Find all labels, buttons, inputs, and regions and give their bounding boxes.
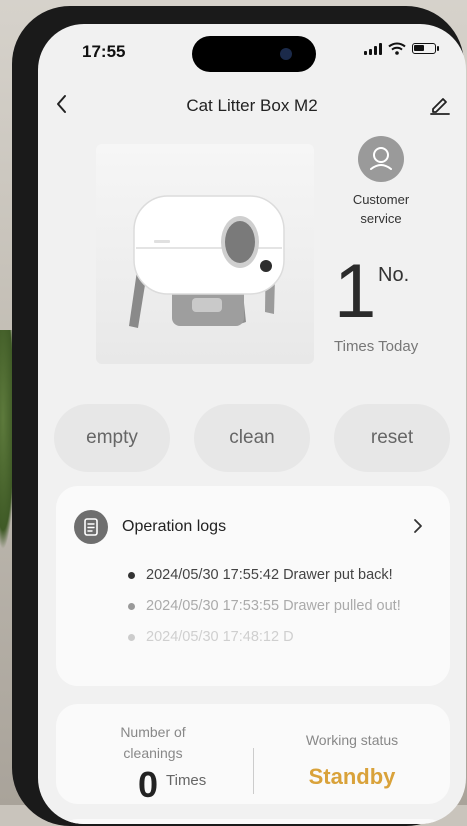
- page-title: Cat Litter Box M2: [186, 96, 318, 115]
- cs-label-line1: Customer: [352, 192, 410, 207]
- chevron-right-icon[interactable]: [408, 516, 428, 536]
- cleanings-value: 0: [138, 764, 159, 805]
- app-screen: 17:55 Cat Litter Box M2 Customer service…: [38, 24, 466, 824]
- log-text: 2024/05/30 17:55:42 Drawer put back!: [146, 567, 393, 583]
- next-card-peek: [56, 819, 450, 824]
- action-buttons: empty clean reset: [54, 404, 450, 472]
- dynamic-island: [192, 36, 316, 72]
- log-item: 2024/05/30 17:53:55 Drawer pulled out!: [128, 597, 428, 616]
- working-status-label: Working status: [305, 732, 399, 748]
- battery-icon: [412, 43, 439, 54]
- pencil-icon[interactable]: [428, 92, 452, 116]
- log-bullet: [128, 634, 135, 641]
- stats-card: Number of cleanings 0 Times Working stat…: [56, 704, 450, 805]
- document-list-icon: [74, 510, 108, 544]
- headset-icon: [370, 147, 392, 170]
- camera-icon: [280, 48, 292, 60]
- cleanings-label-line1: Number of: [120, 724, 186, 740]
- operation-logs-card[interactable]: Operation logs 2024/05/30 17:55:42 Drawe…: [56, 486, 450, 686]
- customer-service[interactable]: Customer service: [326, 136, 436, 228]
- status-time: 17:55: [82, 42, 126, 61]
- cs-label-line2: service: [360, 211, 402, 226]
- litter-box-illustration: [129, 195, 285, 328]
- log-text: 2024/05/30 17:53:55 Drawer pulled out!: [146, 598, 401, 614]
- log-bullet: [128, 572, 135, 579]
- cellular-signal-icon: [364, 42, 382, 55]
- log-fade-overlay: [56, 646, 450, 686]
- nav-bar: Cat Litter Box M2: [38, 84, 466, 124]
- status-bar: 17:55: [38, 24, 466, 76]
- operation-logs-title: Operation logs: [122, 518, 227, 535]
- times-today-count: 1: [334, 249, 377, 334]
- log-item: 2024/05/30 17:55:42 Drawer put back!: [128, 566, 428, 585]
- battery-level: [414, 45, 425, 51]
- empty-button[interactable]: empty: [54, 404, 170, 472]
- working-status-value: Standby: [308, 764, 396, 789]
- clean-button[interactable]: clean: [194, 404, 310, 472]
- times-today-unit: No.: [378, 264, 410, 286]
- cleanings-unit: Times: [166, 772, 207, 789]
- cs-avatar: [358, 136, 404, 182]
- phone-frame: 17:55 Cat Litter Box M2 Customer service…: [12, 6, 466, 826]
- device-image: [96, 144, 314, 364]
- reset-button[interactable]: reset: [334, 404, 450, 472]
- times-today-label: Times Today: [334, 338, 419, 355]
- status-icons: [364, 42, 439, 55]
- cleanings-label: Number of cleanings: [88, 722, 218, 764]
- log-text: 2024/05/30 17:48:12 D: [146, 629, 294, 645]
- log-item: 2024/05/30 17:48:12 D: [128, 628, 428, 647]
- stats-divider: [253, 748, 254, 794]
- log-bullet: [128, 603, 135, 610]
- wifi-icon: [388, 42, 406, 55]
- cleanings-label-line2: cleanings: [123, 745, 183, 761]
